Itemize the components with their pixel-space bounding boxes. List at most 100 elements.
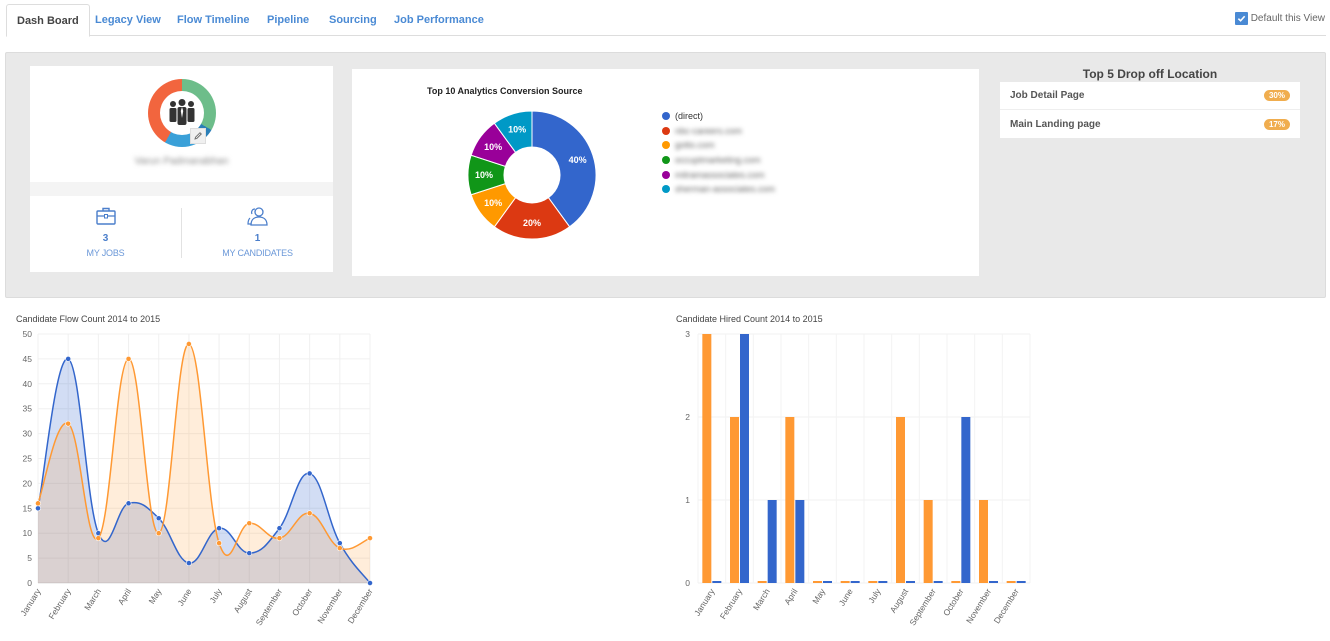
briefcase-icon (95, 207, 116, 225)
legend-swatch (662, 170, 670, 179)
data-point[interactable] (186, 560, 192, 566)
x-tick-label: June (837, 587, 855, 608)
y-tick-label: 0 (27, 578, 32, 588)
y-tick-label: 0 (685, 578, 690, 588)
check-icon (1237, 15, 1245, 22)
x-tick-label: December (345, 587, 374, 626)
bar[interactable] (702, 334, 712, 583)
y-tick-label: 50 (23, 329, 33, 339)
data-point[interactable] (306, 510, 313, 517)
data-point[interactable] (65, 420, 72, 427)
bar[interactable] (979, 500, 988, 583)
data-point[interactable] (336, 545, 343, 552)
data-point[interactable] (367, 535, 373, 542)
bar[interactable] (730, 417, 739, 583)
bar[interactable] (961, 417, 971, 583)
data-point[interactable] (65, 356, 72, 362)
default-view-checkbox[interactable] (1234, 12, 1248, 25)
my-candidates-stat[interactable]: 1 MY CANDIDATES (182, 206, 333, 258)
drop-off-item-label: Main Landing page (1010, 118, 1101, 130)
bar[interactable] (712, 581, 722, 583)
y-tick-label: 40 (23, 379, 33, 389)
candidate-flow-area-chart: 0 5 10 15 20 25 30 35 40 45 50 January February March… (18, 329, 375, 627)
data-point[interactable] (246, 550, 253, 557)
legend-swatch (662, 126, 670, 135)
tab-sourcing[interactable]: Sourcing (329, 4, 377, 36)
legend-item[interactable]: gotto.com (662, 138, 775, 153)
data-point[interactable] (186, 341, 192, 347)
bar[interactable] (951, 581, 961, 583)
bar[interactable] (896, 417, 905, 583)
legend-label: gotto.com (675, 140, 715, 151)
tab-legacy-view[interactable]: Legacy View (95, 4, 161, 36)
y-tick-label: 3 (685, 329, 690, 339)
bar[interactable] (878, 581, 888, 583)
data-point[interactable] (35, 500, 41, 507)
edit-avatar-button[interactable] (190, 128, 206, 144)
bar[interactable] (757, 581, 767, 583)
bar[interactable] (795, 500, 805, 583)
tab-flow-timeline[interactable]: Flow Timeline (177, 4, 250, 36)
bar[interactable] (740, 334, 749, 583)
data-point[interactable] (216, 525, 222, 532)
data-point[interactable] (35, 505, 41, 512)
drop-off-list: Job Detail Page 30% Main Landing page 17… (1000, 82, 1300, 138)
x-tick-label: October (290, 587, 315, 618)
my-jobs-stat[interactable]: 3 MY JOBS (30, 206, 181, 258)
x-tick-label: August (888, 586, 911, 614)
drop-off-item[interactable]: Job Detail Page 30% (1000, 82, 1300, 110)
legend-item[interactable]: nbc-careers.com (662, 124, 775, 139)
data-point[interactable] (246, 520, 253, 527)
users-icon (246, 207, 268, 226)
bar[interactable] (923, 500, 933, 583)
tab-job-performance[interactable]: Job Performance (394, 4, 484, 36)
pie-slice-label: 40% (569, 155, 587, 165)
data-point[interactable] (125, 356, 132, 362)
legend-item[interactable]: sherman-associates.com (662, 182, 775, 197)
bar[interactable] (840, 581, 850, 583)
data-point[interactable] (276, 525, 283, 532)
x-tick-label: March (751, 587, 772, 613)
data-point[interactable] (336, 540, 343, 547)
data-point[interactable] (125, 500, 132, 507)
pie-chart-title: Top 10 Analytics Conversion Source (427, 86, 583, 96)
drop-off-title: Top 5 Drop off Location (1082, 67, 1218, 81)
bar[interactable] (1006, 581, 1016, 583)
data-point[interactable] (155, 515, 162, 522)
drop-off-item[interactable]: Main Landing page 17% (1000, 110, 1300, 138)
data-point[interactable] (367, 580, 373, 586)
bar[interactable] (1016, 581, 1026, 583)
conversion-source-donut-chart: 40% 20% 10% 10% 10% 10% (467, 110, 597, 240)
bar[interactable] (785, 417, 795, 583)
data-point[interactable] (306, 470, 313, 477)
x-tick-label: June (175, 587, 193, 608)
bar[interactable] (906, 581, 915, 583)
bar[interactable] (850, 581, 860, 583)
bar[interactable] (933, 581, 943, 583)
legend-item[interactable]: mitramassociates.com (662, 167, 775, 182)
data-point[interactable] (276, 535, 283, 542)
legend-label: (direct) (675, 111, 704, 122)
data-point[interactable] (95, 535, 102, 542)
data-point[interactable] (155, 530, 162, 537)
data-point[interactable] (216, 540, 222, 547)
y-tick-label: 30 (23, 429, 33, 439)
bar[interactable] (823, 581, 832, 583)
x-tick-label: January (692, 586, 717, 618)
bar[interactable] (989, 581, 998, 583)
x-tick-label: October (941, 587, 966, 618)
y-tick-label: 5 (27, 553, 32, 563)
legend-item[interactable]: (direct) (662, 109, 775, 124)
tab-dash-board[interactable]: Dash Board (6, 4, 90, 37)
tab-pipeline[interactable]: Pipeline (267, 4, 309, 36)
profile-name: Varun Padmanabhan (134, 156, 229, 167)
legend-item[interactable]: occuptmarketing.com (662, 153, 775, 168)
bar[interactable] (813, 581, 822, 583)
pie-legend: (direct) nbc-careers.com gotto.com occuptma… (662, 109, 775, 197)
x-tick-label: September (907, 587, 938, 628)
bar[interactable] (767, 500, 777, 583)
y-tick-label: 10 (23, 528, 33, 538)
bar[interactable] (868, 581, 878, 583)
pie-slice-label: 10% (484, 142, 502, 152)
x-tick-label: November (315, 587, 344, 626)
